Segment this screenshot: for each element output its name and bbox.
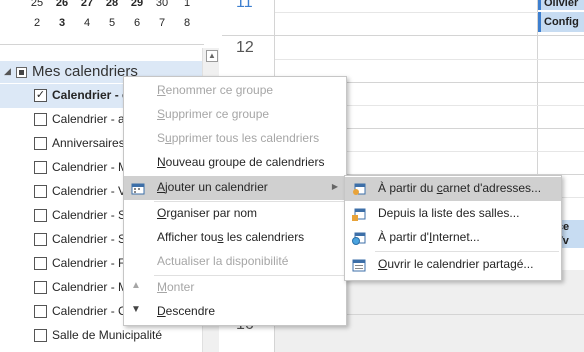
calendar-item-label: Anniversaires — [52, 136, 125, 150]
mini-calendar-day[interactable]: 27 — [77, 0, 97, 9]
menu-separator — [375, 251, 559, 252]
mini-calendar-day[interactable]: 7 — [152, 17, 172, 29]
calendar-item-label: Calendrier - F — [52, 256, 126, 270]
calendar-item-label: Calendrier - C — [52, 304, 127, 318]
calendar-checkbox[interactable] — [34, 305, 47, 318]
menu-item-new-calendar-group[interactable]: Nouveau groupe de calendriers — [124, 151, 346, 175]
mini-calendar-day[interactable]: 6 — [127, 17, 147, 29]
menu-item-sort-by-name[interactable]: Organiser par nom — [124, 202, 346, 226]
calendar-item-label: Calendrier - a — [52, 112, 125, 126]
mini-calendar-day[interactable]: 30 — [152, 0, 172, 9]
mini-calendar-day[interactable]: 5 — [102, 17, 122, 29]
mini-calendar-day[interactable]: 29 — [127, 0, 147, 9]
calendar-item-label: Calendrier - S — [52, 208, 127, 222]
hour-label: 11 — [236, 0, 253, 11]
menu-item-label: Descendre — [157, 304, 216, 318]
calendar-item-label: Salle de Municipalité — [52, 328, 163, 342]
menu-item-label: À partir du carnet d'adresses... — [378, 181, 542, 195]
calendar-checkbox[interactable]: ✓ — [34, 89, 47, 102]
submenu-item-from-internet[interactable]: À partir d'Internet... — [345, 226, 561, 250]
pane-divider — [0, 44, 204, 45]
calendar-item-label: Calendrier - M — [52, 160, 129, 174]
add-calendar-icon — [131, 181, 145, 195]
calendar-checkbox[interactable] — [34, 137, 47, 150]
mini-calendar-day[interactable]: 3 — [52, 17, 72, 29]
mini-calendar-day[interactable]: 1 — [177, 0, 197, 9]
menu-item-rename-group[interactable]: Renommer ce groupe — [124, 79, 346, 103]
add-calendar-submenu: À partir du carnet d'adresses... Depuis … — [344, 175, 562, 281]
menu-item-move-down[interactable]: ▼ Descendre — [124, 300, 346, 324]
address-book-calendar-icon — [352, 182, 366, 196]
internet-calendar-icon — [352, 231, 366, 245]
submenu-arrow-icon: ▶ — [331, 182, 338, 191]
shared-calendar-icon — [352, 258, 366, 272]
menu-item-label: Organiser par nom — [157, 206, 258, 220]
calendar-checkbox[interactable] — [34, 257, 47, 270]
move-down-icon: ▼ — [131, 304, 141, 315]
calendar-item-label: Calendrier - c — [52, 88, 129, 102]
scroll-up-icon[interactable]: ▲ — [206, 50, 218, 62]
calendar-checkbox[interactable] — [34, 113, 47, 126]
group-label: Mes calendriers — [32, 63, 138, 80]
calendar-checkbox[interactable] — [34, 233, 47, 246]
mini-calendar-day[interactable]: 2 — [27, 17, 47, 29]
menu-item-show-all-calendars[interactable]: Afficher tous les calendriers — [124, 226, 346, 250]
mini-calendar-week-1: 25 26 27 28 29 30 1 — [0, 0, 200, 13]
menu-item-label: Nouveau groupe de calendriers — [157, 155, 325, 169]
menu-item-label: Depuis la liste des salles... — [378, 206, 520, 220]
menu-item-label: À partir d'Internet... — [378, 230, 480, 244]
calendar-checkbox[interactable] — [34, 281, 47, 294]
menu-item-delete-all-calendars[interactable]: Supprimer tous les calendriers — [124, 127, 346, 151]
menu-item-label: Supprimer ce groupe — [157, 107, 270, 121]
menu-item-add-calendar[interactable]: Ajouter un calendrier ▶ — [124, 176, 346, 200]
menu-item-label: Renommer ce groupe — [157, 83, 274, 97]
calendar-item-label: Calendrier - S — [52, 232, 127, 246]
submenu-item-from-address-book[interactable]: À partir du carnet d'adresses... — [345, 177, 561, 201]
menu-item-label: Ouvrir le calendrier partagé... — [378, 257, 534, 271]
calendar-checkbox[interactable] — [34, 185, 47, 198]
half-hour-line — [275, 59, 584, 60]
calendar-event[interactable]: Olivier — [538, 0, 584, 10]
menu-item-label: Supprimer tous les calendriers — [157, 131, 320, 145]
menu-item-move-up[interactable]: ▲ Monter — [124, 276, 346, 300]
menu-item-label: Monter — [157, 280, 195, 294]
calendar-event[interactable]: Config — [538, 12, 584, 32]
submenu-item-open-shared-calendar[interactable]: Ouvrir le calendrier partagé... — [345, 253, 561, 277]
collapse-triangle-icon[interactable]: ◢ — [4, 66, 11, 77]
calendar-item-label: Calendrier - V — [52, 184, 127, 198]
mini-calendar-day[interactable]: 8 — [177, 17, 197, 29]
menu-item-label: Actualiser la disponibilité — [157, 254, 289, 268]
calendar-checkbox[interactable] — [34, 161, 47, 174]
context-menu: Renommer ce groupe Supprimer ce groupe S… — [123, 76, 347, 326]
calendar-item-label: Calendrier - M — [52, 280, 129, 294]
calendar-checkbox[interactable] — [34, 209, 47, 222]
move-up-icon: ▲ — [131, 280, 141, 291]
mini-calendar-week-2: 2 3 4 5 6 7 8 — [0, 17, 200, 33]
group-checkbox[interactable] — [16, 67, 27, 78]
mini-calendar-day[interactable]: 26 — [52, 0, 72, 9]
menu-item-refresh-availability[interactable]: Actualiser la disponibilité — [124, 250, 346, 274]
submenu-item-from-room-list[interactable]: Depuis la liste des salles... — [345, 202, 561, 226]
calendar-item[interactable]: Salle de Municipalité — [0, 324, 202, 348]
mini-calendar-day[interactable]: 4 — [77, 17, 97, 29]
mini-calendar-day[interactable]: 28 — [102, 0, 122, 9]
menu-item-label: Ajouter un calendrier — [157, 180, 268, 194]
menu-item-delete-group[interactable]: Supprimer ce groupe — [124, 103, 346, 127]
menu-item-label: Afficher tous les calendriers — [157, 230, 305, 244]
hour-line — [222, 35, 584, 36]
room-list-calendar-icon — [352, 207, 366, 221]
hour-label: 12 — [236, 39, 254, 56]
mini-calendar-day[interactable]: 25 — [27, 0, 47, 9]
calendar-checkbox[interactable] — [34, 329, 47, 342]
